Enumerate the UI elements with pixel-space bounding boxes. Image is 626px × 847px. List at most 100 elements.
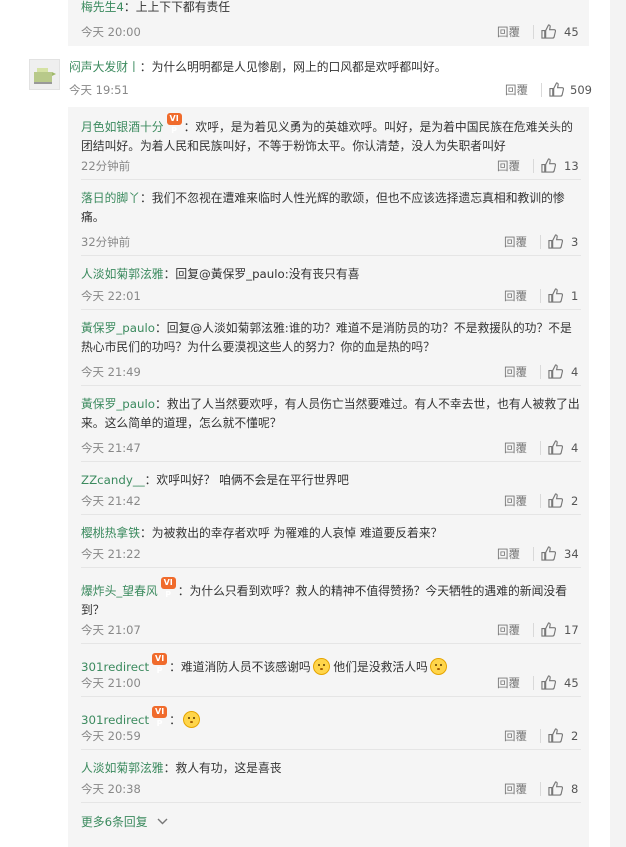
- thumbs-up-icon[interactable]: [548, 728, 563, 743]
- like-count: 34: [564, 547, 579, 561]
- reply-button[interactable]: 回覆: [497, 159, 520, 173]
- like-count: 45: [564, 676, 579, 690]
- avatar-image: [34, 68, 56, 84]
- reply-text: 樱桃热拿铁：为被救出的幸存者欢呼 为罹难的人哀悼 难道要反着来？: [81, 524, 581, 543]
- reply-text: 落日的脚丫：我们不忽视在遭难来临时人性光辉的歌颂，但也不应该选择遗忘真相和教训的…: [81, 189, 581, 227]
- reply-button[interactable]: 回覆: [504, 782, 527, 796]
- reply-button[interactable]: 回覆: [504, 289, 527, 303]
- reply-text: 人淡如菊郭泫雅：救人有功，这是喜丧: [81, 759, 581, 778]
- reply-author[interactable]: 爆炸头_望春风: [81, 584, 158, 598]
- reply-divider: [81, 309, 581, 310]
- reply-author[interactable]: 301redirect: [81, 713, 149, 727]
- reply-time: 今天 21:47: [81, 441, 141, 455]
- reply-text: 301redirectVIP：: [81, 706, 581, 730]
- like-count: 45: [564, 25, 579, 39]
- action-divider: [540, 441, 541, 455]
- reply-divider: [81, 385, 581, 386]
- reply-content: ：救出了人当然要欢呼，有人员伤亡当然要难过。有人不幸去世，也有人被救了出来。这么…: [81, 397, 580, 430]
- reply-content: ：救人有功，这是喜丧: [163, 761, 282, 775]
- thumbs-up-icon[interactable]: [548, 364, 563, 379]
- default-avatar-icon[interactable]: [29, 59, 60, 90]
- confused-emoji-icon: [429, 658, 447, 675]
- reply-author[interactable]: 樱桃热拿铁: [81, 526, 140, 540]
- action-divider: [541, 83, 542, 97]
- previous-reply: 梅先生4：上上下下都有责任 今天 20:00 回覆 45: [68, 0, 589, 46]
- reply-button[interactable]: 回覆: [504, 729, 527, 743]
- more-replies-link[interactable]: 更多6条回复: [81, 813, 168, 830]
- reply-text: 黃保罗_paulo：救出了人当然要欢呼，有人员伤亡当然要难过。有人不幸去世，也有…: [81, 395, 581, 433]
- reply-content: ：上上下下都有责任: [123, 0, 231, 14]
- like-count: 13: [564, 159, 579, 173]
- main-comment-author[interactable]: 闷声大发财丨: [69, 60, 140, 74]
- reply-time: 今天 22:01: [81, 289, 141, 303]
- reply-content: ：为被救出的幸存者欢呼 为罹难的人哀悼 难道要反着来？: [140, 526, 443, 540]
- reply-text: 301redirectVIP ：难道消防人员不该感谢吗 他们是没救活人吗: [81, 653, 581, 677]
- reply-content-continued: 他们是没救活人吗: [329, 660, 428, 674]
- reply-time: 今天 21:42: [81, 494, 141, 508]
- thumbs-up-icon[interactable]: [541, 546, 556, 561]
- reply-divider: [81, 179, 581, 180]
- reply-divider: [81, 461, 581, 462]
- action-divider: [540, 494, 541, 508]
- action-divider: [533, 676, 534, 690]
- action-divider: [540, 289, 541, 303]
- reply-content: ：我们不忽视在遭难来临时人性光辉的歌颂，但也不应该选择遗忘真相和教训的惨痛。: [81, 191, 565, 224]
- reply-author[interactable]: 黃保罗_paulo: [81, 321, 155, 335]
- reply-time: 今天 20:38: [81, 782, 141, 796]
- main-comment-content: ：为什么明明都是人见惨剧，网上的口风都是欢呼都叫好。: [139, 60, 447, 74]
- comment-card: 梅先生4：上上下下都有责任 今天 20:00 回覆 45 闷声大发财丨：为什么明…: [0, 0, 610, 847]
- main-reply-button[interactable]: 回覆: [505, 83, 528, 97]
- reply-button[interactable]: 回覆: [504, 441, 527, 455]
- reply-author[interactable]: 月色如银酒十分: [81, 120, 164, 134]
- main-comment-time: 今天 19:51: [69, 83, 129, 97]
- reply-author[interactable]: 梅先生4: [81, 0, 124, 14]
- thumbs-up-icon[interactable]: [541, 24, 556, 39]
- reply-time: 今天 21:49: [81, 365, 141, 379]
- reply-author[interactable]: 人淡如菊郭泫雅: [81, 267, 164, 281]
- like-count: 3: [571, 235, 579, 249]
- confused-emoji-icon: [182, 711, 200, 728]
- thumbs-up-icon[interactable]: [548, 781, 563, 796]
- thumbs-up-icon[interactable]: [548, 440, 563, 455]
- reply-text: 月色如银酒十分VIP ：欢呼，是为着见义勇为的英雄欢呼。叫好，是为着中国民族在危难…: [81, 113, 581, 156]
- reply-author[interactable]: ZZcandy__: [81, 473, 145, 487]
- reply-button[interactable]: 回覆: [504, 494, 527, 508]
- thumbs-up-icon[interactable]: [548, 234, 563, 249]
- reply-button[interactable]: 回覆: [504, 365, 527, 379]
- thumbs-up-icon[interactable]: [541, 675, 556, 690]
- action-divider: [540, 235, 541, 249]
- reply-author[interactable]: 黃保罗_paulo: [81, 397, 155, 411]
- thumbs-up-icon[interactable]: [541, 622, 556, 637]
- reply-text: 梅先生4：上上下下都有责任: [81, 0, 581, 17]
- action-divider: [540, 365, 541, 379]
- action-divider: [533, 623, 534, 637]
- like-count: 4: [571, 441, 579, 455]
- reply-content: ：难道消防人员不该感谢吗: [169, 660, 311, 674]
- reply-time: 今天 20:59: [81, 729, 141, 743]
- chevron-down-icon: [157, 818, 168, 825]
- reply-button[interactable]: 回覆: [497, 623, 520, 637]
- reply-divider: [81, 696, 581, 697]
- reply-author[interactable]: 落日的脚丫: [81, 191, 140, 205]
- reply-button[interactable]: 回覆: [504, 235, 527, 249]
- reply-author[interactable]: 301redirect: [81, 660, 149, 674]
- action-divider: [533, 159, 534, 173]
- vip-badge-icon: VIP: [160, 577, 176, 599]
- reply-time: 今天 21:22: [81, 547, 141, 561]
- reply-author[interactable]: 人淡如菊郭泫雅: [81, 761, 164, 775]
- thumbs-up-icon[interactable]: [548, 493, 563, 508]
- thumbs-up-icon[interactable]: [548, 288, 563, 303]
- confused-emoji-icon: [312, 658, 330, 675]
- thumbs-up-icon[interactable]: [549, 82, 564, 97]
- main-comment-text: 闷声大发财丨：为什么明明都是人见惨剧，网上的口风都是欢呼都叫好。: [69, 58, 589, 77]
- reply-button[interactable]: 回覆: [497, 547, 520, 561]
- thumbs-up-icon[interactable]: [541, 158, 556, 173]
- reply-text: 人淡如菊郭泫雅：回复@黃保罗_paulo:没有丧只有喜: [81, 265, 581, 284]
- main-like-count: 509: [570, 83, 592, 97]
- reply-button[interactable]: 回覆: [497, 25, 520, 39]
- reply-button[interactable]: 回覆: [497, 676, 520, 690]
- action-divider: [533, 547, 534, 561]
- reply-text: ZZcandy__：欢呼叫好？ 咱俩不会是在平行世界吧: [81, 471, 581, 490]
- reply-content: ：: [169, 713, 181, 727]
- reply-content: ：欢呼叫好？ 咱俩不会是在平行世界吧: [144, 473, 349, 487]
